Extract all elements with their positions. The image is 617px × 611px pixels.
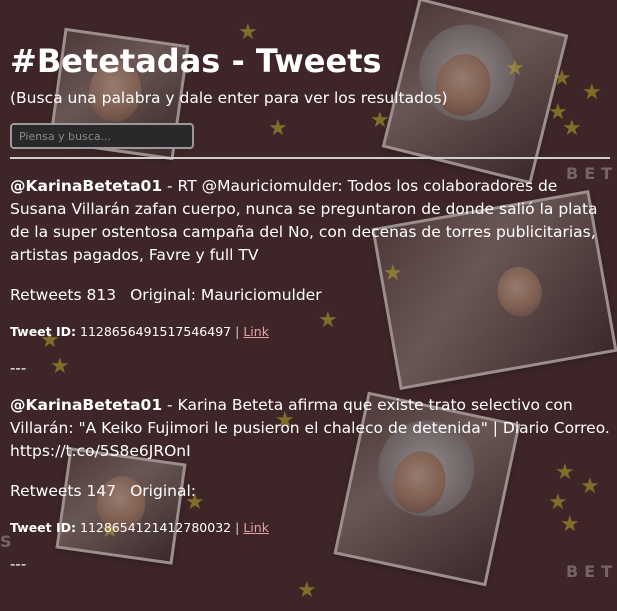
meta-separator: | [235, 324, 240, 339]
tweet-separator: --- [10, 555, 27, 573]
tweet-stats: Retweets 813 Original: Mauriciomulder [10, 284, 607, 306]
tweet-user: @KarinaBeteta01 [10, 396, 163, 414]
page-subtitle: (Busca una palabra y dale enter para ver… [10, 89, 448, 107]
tweet-id-label: Tweet ID: [10, 324, 77, 339]
meta-separator: | [235, 520, 240, 535]
page-title: #Betetadas - Tweets [10, 42, 382, 80]
tweet-retweets: Retweets 147 [10, 482, 117, 500]
tweet-original: Original: Mauriciomulder [130, 286, 322, 304]
tweet-separator: --- [10, 359, 27, 377]
star-icon: ★ [297, 578, 317, 603]
tweet-stats: Retweets 147 Original: [10, 480, 607, 502]
tweet-meta: Tweet ID: 1128656491517546497 | Link [10, 323, 607, 341]
header-divider [10, 157, 610, 159]
tweet-user: @KarinaBeteta01 [10, 177, 163, 195]
tweet-id: 1128656491517546497 [80, 324, 232, 339]
tweet-item: @KarinaBeteta01 - RT @Mauriciomulder: To… [10, 175, 607, 378]
tweet-text: @KarinaBeteta01 - Karina Beteta afirma q… [10, 394, 610, 463]
search-input[interactable] [10, 123, 194, 149]
tweet-item: @KarinaBeteta01 - Karina Beteta afirma q… [10, 394, 610, 574]
tweet-meta: Tweet ID: 1128654121412780032 | Link [10, 519, 607, 537]
tweet-link[interactable]: Link [243, 520, 269, 535]
tweet-link[interactable]: Link [243, 324, 269, 339]
tweet-text: @KarinaBeteta01 - RT @Mauriciomulder: To… [10, 175, 610, 267]
tweet-retweets: Retweets 813 [10, 286, 117, 304]
main-content: #Betetadas - Tweets (Busca una palabra y… [0, 0, 617, 574]
tweet-id: 1128654121412780032 [80, 520, 232, 535]
tweet-original: Original: [130, 482, 196, 500]
tweet-id-label: Tweet ID: [10, 520, 77, 535]
